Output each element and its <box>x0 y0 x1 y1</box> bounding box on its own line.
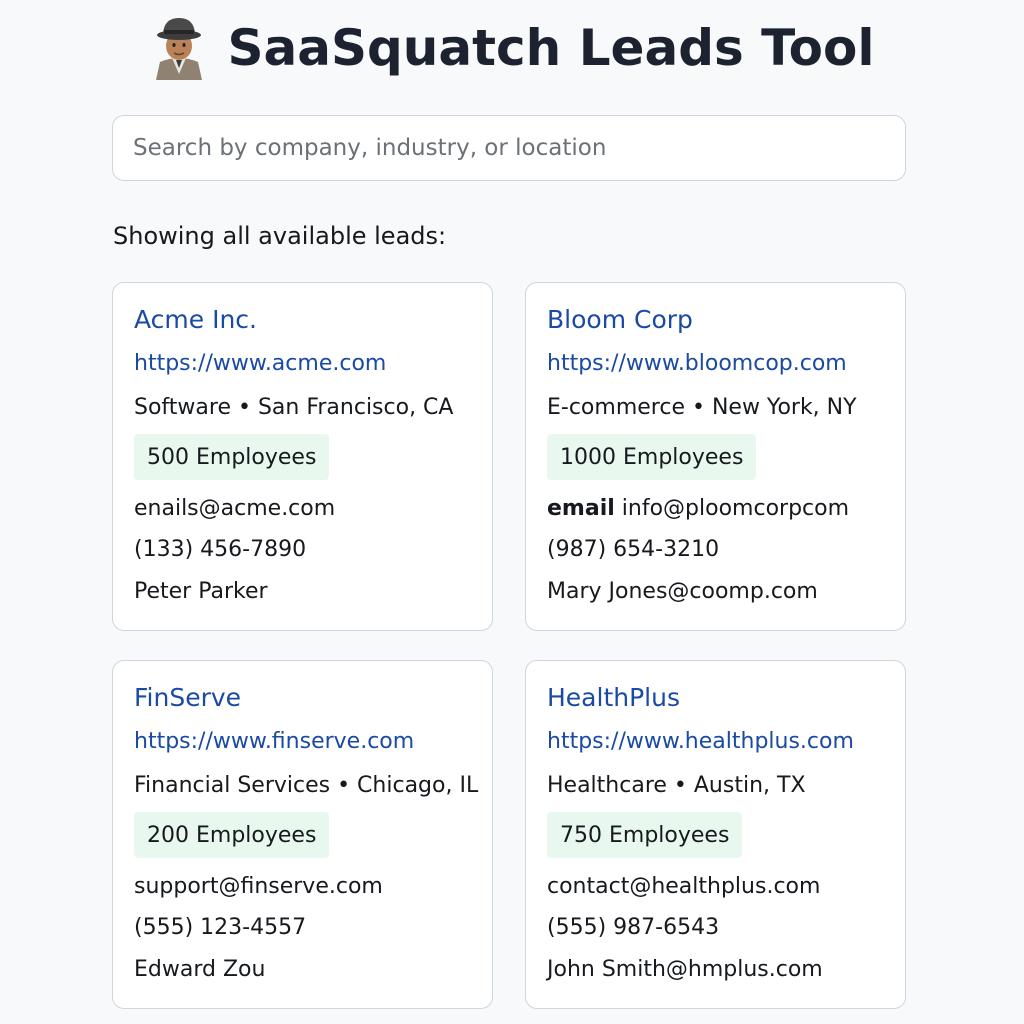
industry-location: E-commerce • New York, NY <box>547 395 857 420</box>
email-address: contact@healthplus.com <box>547 874 821 899</box>
email-line: support@finserve.com <box>134 874 383 899</box>
company-name[interactable]: FinServe <box>134 683 241 712</box>
email-address: info@ploomcorpcom <box>621 496 850 521</box>
company-name[interactable]: HealthPlus <box>547 683 680 712</box>
industry-location: Healthcare • Austin, TX <box>547 773 806 798</box>
employee-count-badge: 200 Employees <box>134 812 330 858</box>
email-label: email <box>547 496 615 521</box>
employee-count-badge: 500 Employees <box>134 434 330 480</box>
email-address: enails@acme.com <box>134 496 336 521</box>
industry-location: Software • San Francisco, CA <box>134 395 454 420</box>
leads-page: SaaSquatch Leads Tool Showing all availa… <box>0 0 1024 1024</box>
company-url-link[interactable]: https://www.finserve.com <box>134 729 414 754</box>
contact-name: Peter Parker <box>134 579 268 604</box>
email-line: contact@healthplus.com <box>547 874 820 899</box>
email-line: enails@acme.com <box>134 496 335 521</box>
company-name[interactable]: Acme Inc. <box>134 305 257 334</box>
contact-name: Edward Zou <box>134 957 266 982</box>
company-url-link[interactable]: https://www.acme.com <box>134 351 386 376</box>
lead-card: Acme Inc. https://www.acme.com Software … <box>112 282 493 631</box>
contact-name: John Smith@hmplus.com <box>547 957 823 982</box>
lead-card: HealthPlus https://www.healthplus.com He… <box>525 660 906 1009</box>
company-url-link[interactable]: https://www.bloomcop.com <box>547 351 847 376</box>
company-name[interactable]: Bloom Corp <box>547 305 693 334</box>
app-header: SaaSquatch Leads Tool <box>0 12 1024 84</box>
lead-card: Bloom Corp https://www.bloomcop.com E-co… <box>525 282 906 631</box>
lead-card: FinServe https://www.finserve.com Financ… <box>112 660 493 1009</box>
phone-number: (555) 123-4557 <box>134 915 307 940</box>
detective-icon <box>155 18 202 80</box>
phone-number: (555) 987-6543 <box>547 915 720 940</box>
results-status: Showing all available leads: <box>113 222 447 250</box>
phone-number: (987) 654-3210 <box>547 537 720 562</box>
contact-name: Mary Jones@coomp.com <box>547 579 818 604</box>
company-url-link[interactable]: https://www.healthplus.com <box>547 729 854 754</box>
email-line: email info@ploomcorpcom <box>547 496 849 521</box>
phone-number: (133) 456-7890 <box>134 537 307 562</box>
employee-count-badge: 750 Employees <box>547 812 743 858</box>
employee-count-badge: 1000 Employees <box>547 434 757 480</box>
industry-location: Financial Services • Chicago, IL <box>134 773 479 798</box>
search-input[interactable] <box>112 115 906 181</box>
page-title: SaaSquatch Leads Tool <box>227 19 875 77</box>
email-address: support@finserve.com <box>134 874 383 899</box>
